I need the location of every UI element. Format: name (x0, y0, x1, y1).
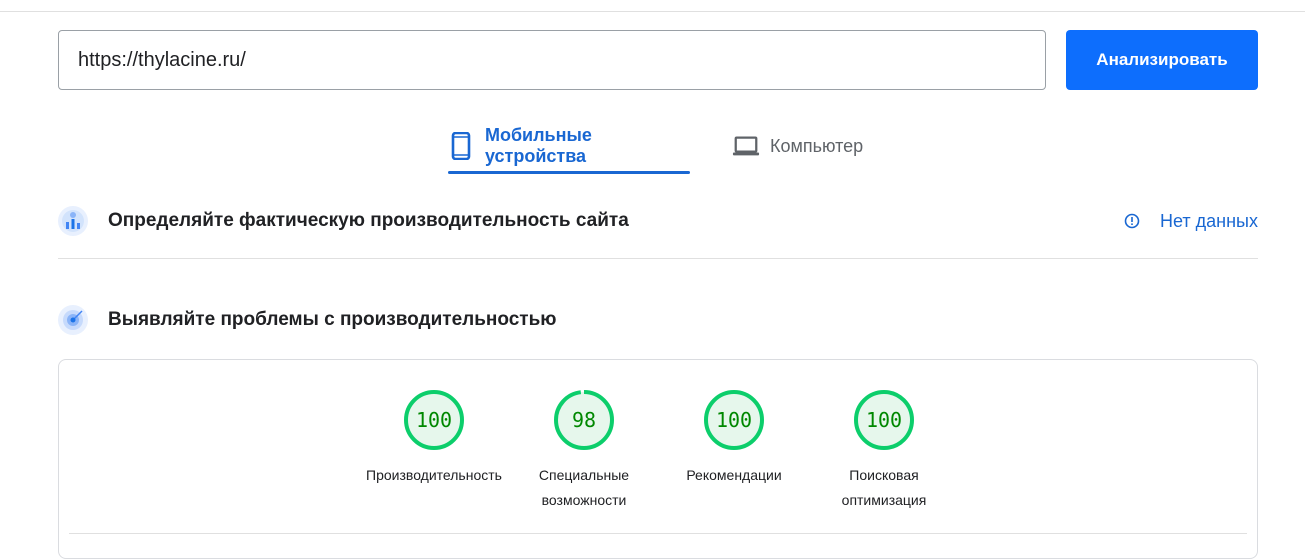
url-input[interactable] (58, 30, 1046, 90)
gauge-score: 100 (416, 408, 452, 432)
no-data-label: Нет данных (1160, 210, 1258, 231)
gauge-ring: 100 (404, 390, 464, 450)
gauge-label: Производительность (366, 467, 502, 483)
laptop-icon (732, 132, 760, 160)
scores-card: 100 Производительность 98 Специальные во… (58, 359, 1258, 559)
tab-desktop-label: Компьютер (770, 135, 864, 156)
smartphone-icon (448, 132, 475, 160)
gauge-score: 100 (866, 408, 902, 432)
active-tab-indicator (448, 171, 690, 174)
lab-section-header: Выявляйте проблемы с производительностью (58, 300, 1258, 340)
gauge-label: Рекомендации (686, 467, 782, 483)
card-divider (69, 533, 1247, 534)
gauge-ring: 98 (554, 390, 614, 450)
gauge-score: 98 (572, 408, 596, 432)
tab-mobile-label: Мобильные устройства (484, 125, 592, 166)
tab-mobile[interactable]: Мобильные устройства (448, 120, 690, 174)
tab-desktop[interactable]: Компьютер (732, 120, 882, 172)
gauge-ring: 100 (854, 390, 914, 450)
crux-section-header: Определяйте фактическую производительнос… (58, 201, 1258, 241)
lab-data-icon (58, 305, 88, 335)
gauge-ring: 100 (704, 390, 764, 450)
field-data-icon (58, 206, 88, 236)
gauge-score: 100 (716, 408, 752, 432)
gauge-seo[interactable]: 100 Поисковая оптимизация (809, 389, 959, 513)
lab-section-title: Выявляйте проблемы с производительностью (108, 309, 557, 330)
section-divider (58, 258, 1258, 259)
device-tabs: Мобильные устройства Компьютер (0, 120, 1305, 174)
gauge-label: Поисковая оптимизация (841, 467, 927, 508)
gauge-performance[interactable]: 100 Производительность (359, 389, 509, 488)
gauge-label: Специальные возможности (538, 467, 630, 508)
top-divider (0, 11, 1305, 12)
no-data-link[interactable]: Нет данных (1124, 201, 1258, 241)
crux-section-title: Определяйте фактическую производительнос… (108, 210, 629, 231)
gauge-best-practices[interactable]: 100 Рекомендации (659, 389, 809, 488)
gauge-accessibility[interactable]: 98 Специальные возможности (509, 389, 659, 513)
info-icon (1124, 213, 1140, 229)
analyze-button[interactable]: Анализировать (1066, 30, 1258, 90)
